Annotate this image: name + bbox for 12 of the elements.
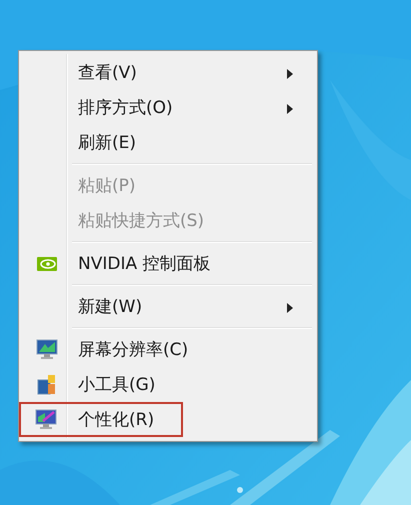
menu-item[interactable]: 排序方式(O) [22, 90, 314, 125]
monitor-icon [36, 339, 58, 360]
menu-item[interactable]: 小工具(G) [22, 367, 314, 402]
eye-icon [37, 256, 57, 270]
menu-item[interactable]: 屏幕分辨率(C) [22, 332, 314, 367]
menu-item[interactable]: 刷新(E) [22, 125, 314, 160]
menu-item[interactable]: 个性化(R) [19, 402, 183, 437]
menu-item[interactable]: 查看(V) [22, 55, 314, 90]
monitor-brush-icon [34, 409, 56, 430]
menu-item[interactable]: 新建(W) [22, 289, 314, 324]
gadget-icon [37, 374, 57, 396]
menu-item[interactable]: NVIDIA 控制面板 [22, 246, 314, 281]
